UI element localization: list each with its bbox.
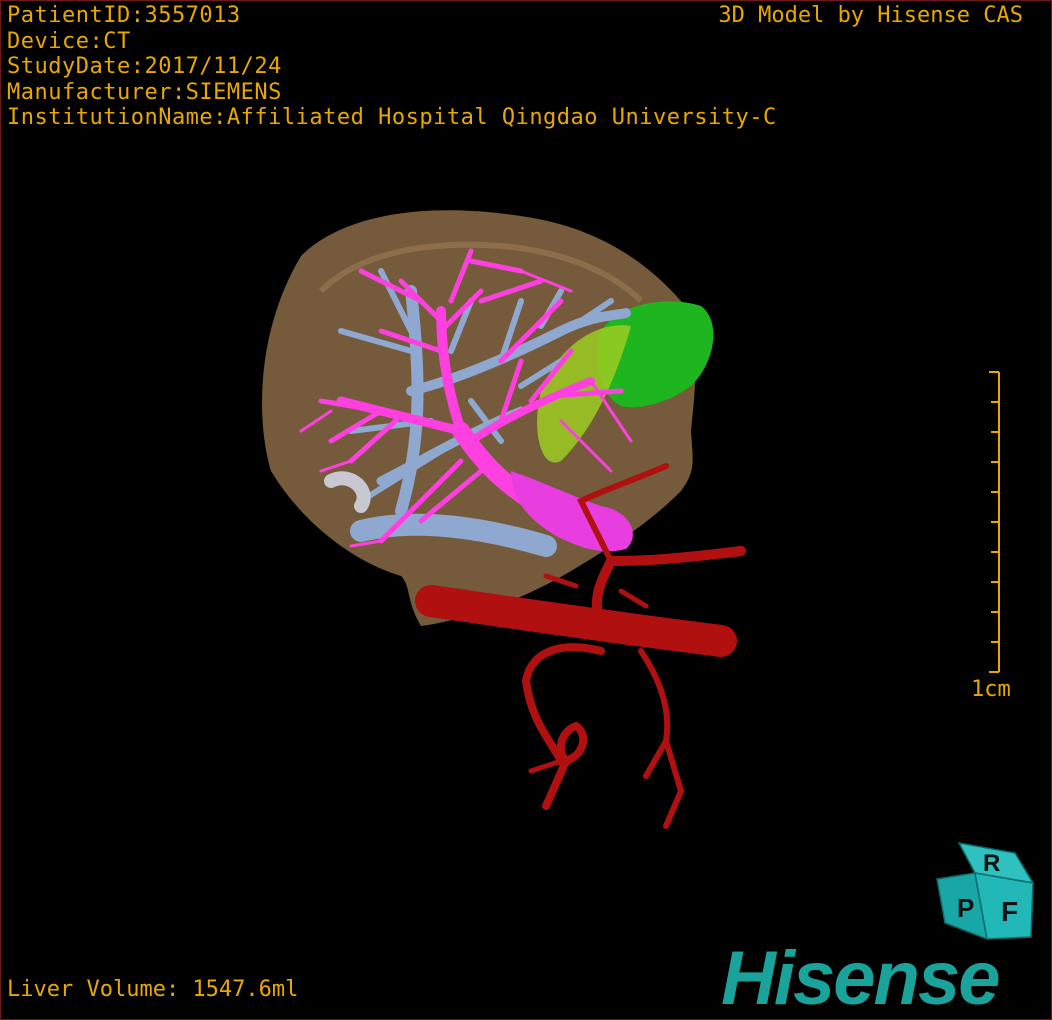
3d-viewport[interactable]: PatientID:3557013 Device:CT StudyDate:20… [0,0,1052,1020]
institution-name: InstitutionName:Affiliated Hospital Qing… [7,105,777,130]
orientation-cube[interactable]: P R F [931,839,1041,949]
liver-volume: Liver Volume: 1547.6ml [7,977,299,1002]
dicom-metadata: PatientID:3557013 Device:CT StudyDate:20… [7,3,777,131]
scale-label: 1cm [971,677,1011,702]
cube-face-f: F [1001,896,1018,927]
study-date: StudyDate:2017/11/24 [7,54,282,79]
model-credit: 3D Model by Hisense CAS [718,3,1023,28]
manufacturer: Manufacturer:SIEMENS [7,79,282,105]
scale-ruler [989,371,1000,673]
hisense-logo: Hisense [721,936,1000,1020]
device: Device:CT [7,28,131,54]
cube-face-r: R [983,850,1000,877]
patient-id: PatientID:3557013 [7,3,241,28]
liver-3d-model[interactable] [1,1,1052,1020]
cube-face-p: P [957,893,974,923]
